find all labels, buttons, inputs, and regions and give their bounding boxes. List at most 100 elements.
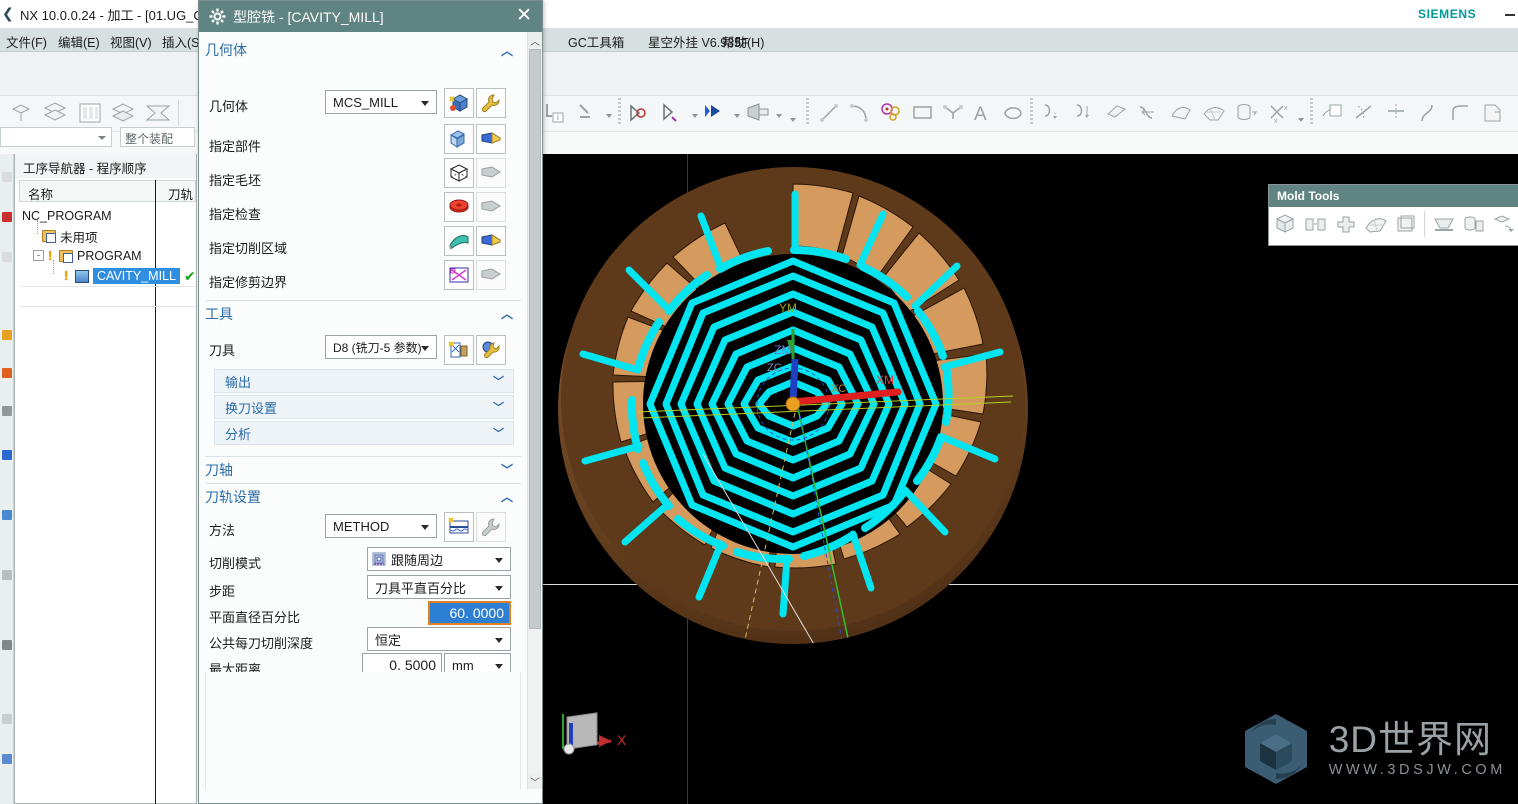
method-combo[interactable]: METHOD <box>325 514 437 538</box>
toolbar-caret[interactable] <box>606 114 612 118</box>
core-insert-icon[interactable] <box>1461 211 1487 237</box>
menu-item-file[interactable]: 文件(F) <box>6 32 47 51</box>
split-solid-icon[interactable] <box>1303 211 1329 237</box>
toolbar-grip[interactable] <box>1310 98 1313 126</box>
combine-curve-icon[interactable] <box>1136 98 1162 128</box>
blank-wire-icon[interactable] <box>444 158 474 188</box>
menu-item-help[interactable]: 帮助(H) <box>722 32 764 51</box>
circle-conic-icon[interactable] <box>878 98 904 128</box>
display-blue-icon[interactable] <box>476 226 506 256</box>
strip-icon-reuse-library[interactable] <box>2 510 12 520</box>
strip-icon-part-navigator[interactable] <box>2 450 12 460</box>
percent-diameter-input[interactable]: 60. 0000 <box>428 601 511 625</box>
strip-icon-constraint[interactable] <box>2 212 12 222</box>
edit-tool-icon[interactable] <box>476 335 506 365</box>
stacked-layers-icon[interactable] <box>42 98 70 128</box>
polygon-icon[interactable] <box>940 98 966 128</box>
object-info-icon[interactable]: i <box>542 98 570 128</box>
section-header-path-settings[interactable]: 刀轨设置 ︿ <box>205 483 521 509</box>
revolve-curve-icon[interactable] <box>1234 98 1260 128</box>
new-tool-icon[interactable] <box>444 335 474 365</box>
zoom-view-icon[interactable] <box>660 98 688 128</box>
solid-block-icon[interactable] <box>1273 211 1299 237</box>
strip-icon-roles[interactable] <box>2 640 12 650</box>
rectangle-icon[interactable] <box>910 98 936 128</box>
perpendicular-line-icon[interactable] <box>1384 98 1410 128</box>
wrench-icon[interactable] <box>476 88 506 118</box>
scroll-up-arrow-icon[interactable]: ︿ <box>528 32 542 48</box>
line-icon[interactable] <box>818 98 842 128</box>
stepover-combo[interactable]: 刀具平直百分比 <box>367 575 511 599</box>
spline-icon[interactable] <box>1416 98 1442 128</box>
object-display-icon[interactable] <box>574 98 602 128</box>
strip-icon-history[interactable] <box>2 570 12 580</box>
tree-row-cavity-mill[interactable]: CAVITY_MILL <box>20 266 195 286</box>
strip-icon-web-browser[interactable] <box>2 714 12 724</box>
toolbar-grip[interactable] <box>806 98 809 126</box>
strip-icon-operation-navigator[interactable] <box>2 330 12 340</box>
check-red-icon[interactable] <box>444 192 474 222</box>
patch-surface-icon[interactable] <box>1363 211 1389 237</box>
tree-expander-program[interactable]: - <box>33 250 44 261</box>
part-geometry-icon[interactable] <box>444 124 474 154</box>
move-to-layer-icon[interactable] <box>144 98 172 128</box>
menu-item-view[interactable]: 视图(V) <box>110 32 152 51</box>
isoparametric-curve-icon[interactable] <box>1168 98 1194 128</box>
menu-item-edit[interactable]: 编辑(E) <box>58 32 100 51</box>
perspective-icon[interactable] <box>744 98 772 128</box>
cavity-pocket-icon[interactable] <box>1431 211 1457 237</box>
toolbar-grip[interactable] <box>1030 98 1033 126</box>
back-chevron-icon[interactable]: ❮ <box>2 5 14 22</box>
scroll-down-arrow-icon[interactable]: ﹀ <box>528 773 542 789</box>
toolbar-caret[interactable] <box>1298 118 1304 122</box>
cut-pattern-combo[interactable]: 跟随周边 <box>367 547 511 571</box>
strip-icon-help[interactable] <box>2 754 12 764</box>
tree-row-program[interactable]: PROGRAM <box>20 246 195 266</box>
menu-item-gc-toolbox[interactable]: GC工具箱 <box>568 32 624 51</box>
fillet-curve-icon[interactable] <box>1448 98 1474 128</box>
assembly-scope-field[interactable]: 整个装配 <box>120 127 195 147</box>
section-header-tool-axis[interactable]: 刀轴 ﹀ <box>205 456 521 482</box>
close-icon[interactable]: ✕ <box>516 6 532 25</box>
graphics-viewport[interactable]: XM YM ZM ZC XC X 3D世界网 WWW.3DSJW.COM <box>543 154 1518 804</box>
rotate-view-icon[interactable] <box>702 98 730 128</box>
strip-icon-assembly[interactable] <box>2 172 12 182</box>
scrollbar-thumb[interactable] <box>529 49 541 629</box>
toolbar-caret[interactable] <box>776 114 782 118</box>
subsection-output[interactable]: 输出 ﹀ <box>214 369 514 393</box>
datum-plane-icon[interactable] <box>8 98 36 128</box>
work-part-combo[interactable] <box>0 127 112 147</box>
offset-curve-icon[interactable] <box>1000 98 1026 128</box>
minimize-icon[interactable] <box>1505 14 1515 16</box>
display-blue-icon[interactable] <box>476 124 506 154</box>
surface-grid-icon[interactable] <box>1200 98 1228 128</box>
section-header-geometry[interactable]: 几何体 ︿ <box>205 37 521 63</box>
arc-icon[interactable] <box>848 98 872 128</box>
strip-icon-part[interactable] <box>2 252 12 262</box>
section-header-tool[interactable]: 工具 ︿ <box>205 300 521 326</box>
toolbar-grip[interactable] <box>618 98 621 126</box>
method-edit-icon[interactable] <box>444 512 474 542</box>
tree-row-unused[interactable]: 未用项 <box>20 226 195 246</box>
trim-corner-icon[interactable] <box>1480 98 1506 128</box>
derived-line-icon[interactable] <box>1352 98 1378 128</box>
tree-row-nc-program[interactable]: NC_PROGRAM <box>20 206 195 226</box>
strip-icon-geometry-view[interactable] <box>2 406 12 416</box>
extract-curve-icon[interactable] <box>1104 98 1130 128</box>
curve-on-surface-icon[interactable]: xx <box>1266 98 1292 128</box>
project-curve-icon[interactable] <box>1040 98 1066 128</box>
toolbar-caret[interactable] <box>734 114 740 118</box>
mcs-edit-icon[interactable] <box>444 88 474 118</box>
subsection-tool-change[interactable]: 换刀设置 ﹀ <box>214 395 514 419</box>
dialog-scrollbar[interactable]: ︿ ﹀ <box>527 32 542 789</box>
dialog-titlebar[interactable]: 型腔铣 - [CAVITY_MILL] ✕ <box>199 1 542 32</box>
toolbar-caret[interactable] <box>692 114 698 118</box>
layer-category-icon[interactable] <box>110 98 138 128</box>
columns-icon[interactable] <box>76 98 104 128</box>
toolbar-overflow-caret[interactable] <box>790 118 796 122</box>
cut-region-icon[interactable] <box>444 226 474 256</box>
tool-combo[interactable]: D8 (铣刀-5 参数) <box>325 335 437 359</box>
fit-view-icon[interactable] <box>628 98 656 128</box>
split-face-icon[interactable] <box>1333 211 1359 237</box>
common-depth-combo[interactable]: 恒定 <box>367 627 511 651</box>
